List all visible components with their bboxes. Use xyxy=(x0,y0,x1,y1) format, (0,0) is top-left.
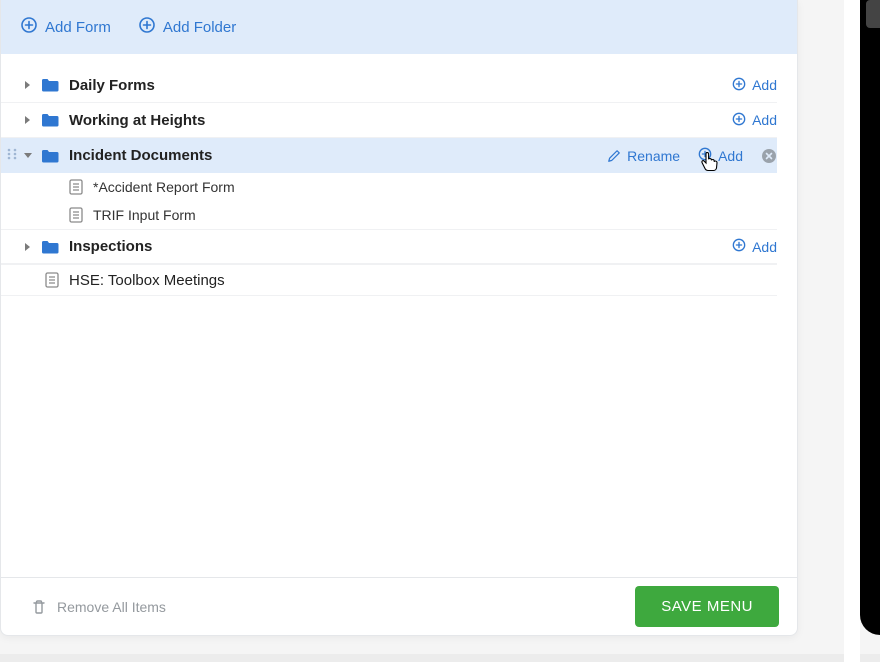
plus-circle-icon xyxy=(732,238,746,255)
folder-add-button[interactable]: Add xyxy=(698,147,743,164)
add-folder-label: Add Folder xyxy=(163,19,236,36)
file-row[interactable]: TRIF Input Form xyxy=(1,201,777,229)
device-gap xyxy=(844,0,860,662)
folder-add-button[interactable]: Add xyxy=(732,77,777,94)
add-form-label: Add Form xyxy=(45,19,111,36)
file-label: TRIF Input Form xyxy=(93,207,196,223)
panel-footer: Remove All Items SAVE MENU xyxy=(1,577,797,635)
pencil-icon xyxy=(607,149,621,163)
folder-icon xyxy=(41,240,59,254)
add-folder-button[interactable]: Add Folder xyxy=(139,17,236,37)
chevron-right-icon[interactable] xyxy=(21,80,35,90)
save-menu-label: SAVE MENU xyxy=(661,598,753,615)
folder-row-selected[interactable]: Incident Documents Rename Add xyxy=(1,138,777,173)
folder-icon xyxy=(41,149,59,163)
file-label: *Accident Report Form xyxy=(93,179,235,195)
folder-row[interactable]: Inspections Add xyxy=(1,229,777,264)
folder-row[interactable]: Working at Heights Add xyxy=(1,103,777,138)
menu-editor-panel: Add Form Add Folder Daily Forms xyxy=(0,0,798,636)
folder-label: Incident Documents xyxy=(69,147,212,164)
remove-all-button[interactable]: Remove All Items xyxy=(31,599,166,615)
folder-add-label: Add xyxy=(752,112,777,128)
file-row[interactable]: HSE: Toolbox Meetings xyxy=(1,264,777,296)
folder-row[interactable]: Daily Forms Add xyxy=(1,68,777,103)
plus-circle-icon xyxy=(21,17,37,37)
folder-add-label: Add xyxy=(718,148,743,164)
document-icon xyxy=(69,207,83,223)
chevron-down-icon[interactable] xyxy=(21,152,35,160)
close-circle-icon xyxy=(761,148,777,164)
folder-label: Daily Forms xyxy=(69,77,155,94)
chevron-right-icon[interactable] xyxy=(21,242,35,252)
folder-add-button[interactable]: Add xyxy=(732,238,777,255)
folder-icon xyxy=(41,113,59,127)
folder-rename-label: Rename xyxy=(627,148,680,164)
document-icon xyxy=(45,272,59,288)
folder-add-button[interactable]: Add xyxy=(732,112,777,129)
add-form-button[interactable]: Add Form xyxy=(21,17,111,37)
bottom-divider xyxy=(0,654,880,662)
file-row[interactable]: *Accident Report Form xyxy=(1,173,777,201)
folder-add-label: Add xyxy=(752,239,777,255)
device-frame-edge xyxy=(860,0,880,635)
plus-circle-icon xyxy=(732,112,746,129)
plus-circle-icon xyxy=(139,17,155,37)
drag-handle-icon[interactable] xyxy=(5,147,19,164)
chevron-right-icon[interactable] xyxy=(21,115,35,125)
file-label: HSE: Toolbox Meetings xyxy=(69,272,225,289)
folder-add-label: Add xyxy=(752,77,777,93)
folder-icon xyxy=(41,78,59,92)
folder-rename-button[interactable]: Rename xyxy=(607,148,680,164)
plus-circle-icon xyxy=(732,77,746,94)
panel-header: Add Form Add Folder xyxy=(1,0,797,54)
tree-area: Daily Forms Add Working at Heights xyxy=(1,54,797,577)
document-icon xyxy=(69,179,83,195)
folder-label: Inspections xyxy=(69,238,152,255)
save-menu-button[interactable]: SAVE MENU xyxy=(635,586,779,627)
plus-circle-icon xyxy=(698,147,712,164)
remove-all-label: Remove All Items xyxy=(57,599,166,615)
folder-delete-button[interactable] xyxy=(761,148,777,164)
trash-icon xyxy=(31,599,47,615)
folder-label: Working at Heights xyxy=(69,112,205,129)
